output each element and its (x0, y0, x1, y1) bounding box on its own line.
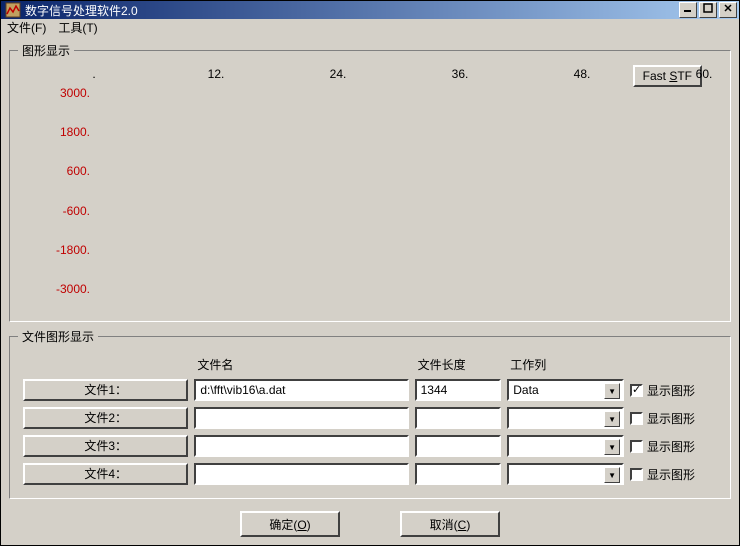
file-label-button[interactable]: 文件1： (23, 379, 188, 401)
files-table: 文件名 文件长度 工作列 文件1：Data▼✓显示图形文件2：▼显示图形文件3：… (18, 351, 722, 490)
menu-tools[interactable]: 工具(T) (58, 19, 97, 36)
minimize-button[interactable] (679, 2, 697, 18)
workcolumn-combo[interactable]: Data ▼ (507, 379, 624, 401)
combo-value: Data (513, 383, 538, 397)
app-window: 数字信号处理软件2.0 文件(F) 工具(T) 图形显示 (0, 0, 740, 546)
chart-group: 图形显示 Fast STF -3000. -1800. -600. 600. 1800.… (9, 42, 731, 322)
x-tick-label: . (92, 67, 95, 81)
filename-input[interactable] (194, 407, 408, 429)
workcolumn-combo[interactable]: ▼ (507, 463, 624, 485)
files-group-legend: 文件图形显示 (18, 328, 98, 345)
header-filename: 文件名 (193, 355, 409, 374)
checkbox-label: 显示图形 (647, 438, 695, 455)
y-tick-label: 600. (30, 164, 90, 178)
filename-input[interactable] (194, 463, 408, 485)
file-label-button[interactable]: 文件2： (23, 407, 188, 429)
file-row: 文件3： ▼ 显示图形 (22, 434, 718, 458)
header-workcolumn: 工作列 (506, 355, 625, 374)
window-controls (679, 2, 737, 18)
filelength-input[interactable] (415, 379, 502, 401)
x-tick-label: 48. (574, 67, 591, 81)
checkbox-label: 显示图形 (647, 466, 695, 483)
filelength-input[interactable] (415, 407, 502, 429)
workcolumn-combo[interactable]: ▼ (507, 435, 624, 457)
chevron-down-icon[interactable]: ▼ (604, 411, 620, 427)
y-tick-label: 3000. (30, 86, 90, 100)
ok-button[interactable]: 确定(O) (240, 511, 340, 537)
show-graphic-checkbox[interactable]: 显示图形 (630, 438, 717, 455)
chart-group-legend: 图形显示 (18, 42, 74, 59)
checkbox-label: 显示图形 (647, 382, 695, 399)
show-graphic-checkbox[interactable]: 显示图形 (630, 410, 717, 427)
file-row: 文件1： Data ▼ ✓ 显示图形 (22, 378, 718, 402)
checkbox-box[interactable]: ✓ (630, 384, 643, 397)
menu-file[interactable]: 文件(F) (7, 19, 46, 36)
files-group: 文件图形显示 文件名 文件长度 工作列 文件1：Data▼✓显示图形文件2：▼显… (9, 328, 731, 499)
y-tick-label: 1800. (30, 125, 90, 139)
filelength-input[interactable] (415, 463, 502, 485)
dialog-buttons: 确定(O) 取消(C) (9, 505, 731, 539)
checkbox-label: 显示图形 (647, 410, 695, 427)
checkbox-box[interactable] (630, 440, 643, 453)
titlebar: 数字信号处理软件2.0 (1, 1, 739, 19)
checkbox-box[interactable] (630, 412, 643, 425)
filelength-input[interactable] (415, 435, 502, 457)
app-icon (5, 2, 21, 18)
x-tick-label: 24. (330, 67, 347, 81)
fast-stf-button[interactable]: Fast STF (633, 65, 702, 87)
checkbox-box[interactable] (630, 468, 643, 481)
file-label-button[interactable]: 文件4： (23, 463, 188, 485)
file-row: 文件2： ▼ 显示图形 (22, 406, 718, 430)
menubar: 文件(F) 工具(T) (1, 19, 739, 36)
file-row: 文件4： ▼ 显示图形 (22, 462, 718, 486)
y-tick-label: -3000. (30, 282, 90, 296)
y-tick-label: -1800. (30, 243, 90, 257)
client-area: 图形显示 Fast STF -3000. -1800. -600. 600. 1800.… (1, 36, 739, 545)
x-tick-label: 36. (452, 67, 469, 81)
show-graphic-checkbox[interactable]: 显示图形 (630, 466, 717, 483)
workcolumn-combo[interactable]: ▼ (507, 407, 624, 429)
chevron-down-icon[interactable]: ▼ (604, 467, 620, 483)
chevron-down-icon[interactable]: ▼ (604, 439, 620, 455)
close-button[interactable] (719, 2, 737, 18)
show-graphic-checkbox[interactable]: ✓ 显示图形 (630, 382, 717, 399)
y-tick-label: -600. (30, 204, 90, 218)
cancel-button[interactable]: 取消(C) (400, 511, 500, 537)
header-filelength: 文件长度 (414, 355, 503, 374)
filename-input[interactable] (194, 379, 408, 401)
maximize-button[interactable] (699, 2, 717, 18)
chevron-down-icon[interactable]: ▼ (604, 383, 620, 399)
file-label-button[interactable]: 文件3： (23, 435, 188, 457)
filename-input[interactable] (194, 435, 408, 457)
x-tick-label: 60. (696, 67, 713, 81)
x-tick-label: 12. (208, 67, 225, 81)
window-title: 数字信号处理软件2.0 (25, 2, 679, 19)
